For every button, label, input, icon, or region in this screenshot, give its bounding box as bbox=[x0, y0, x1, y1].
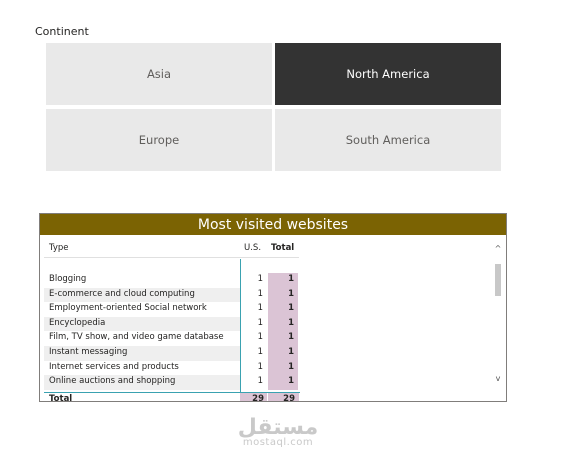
row-us: 1 bbox=[257, 361, 263, 372]
row-us: 1 bbox=[257, 376, 263, 387]
watermark-logo: مستقل mostaql.com bbox=[228, 415, 328, 448]
row-type: Internet services and products bbox=[49, 361, 179, 372]
scroll-up-icon[interactable]: ^ bbox=[494, 244, 502, 254]
row-total: 1 bbox=[268, 331, 298, 346]
slicer-tile-north-america[interactable]: North America bbox=[275, 43, 501, 105]
row-us: 1 bbox=[257, 303, 263, 314]
row-type: Encyclopedia bbox=[49, 317, 106, 328]
table-row[interactable]: Blogging 1 1 bbox=[44, 273, 299, 288]
row-total: 1 bbox=[268, 346, 298, 361]
column-header-us[interactable]: U.S. bbox=[244, 243, 261, 253]
watermark-latin: mostaql.com bbox=[242, 437, 314, 448]
table-rows: Blogging 1 1 E-commerce and cloud comput… bbox=[44, 273, 304, 391]
header-divider bbox=[44, 257, 299, 258]
row-us: 1 bbox=[257, 288, 263, 299]
row-total: 1 bbox=[268, 273, 298, 288]
table-row[interactable]: Encyclopedia 1 1 bbox=[44, 316, 299, 332]
column-header-type[interactable]: Type bbox=[49, 243, 69, 253]
table-visual: Most visited websites Type U.S. Total Bl… bbox=[39, 213, 507, 402]
row-us: 1 bbox=[257, 317, 263, 328]
vertical-scrollbar[interactable]: ^ v bbox=[494, 244, 502, 384]
table-row[interactable]: Internet services and products 1 1 bbox=[44, 360, 299, 376]
total-label: Total bbox=[49, 394, 73, 402]
total-total: 29 bbox=[268, 393, 299, 401]
column-header-total[interactable]: Total bbox=[271, 243, 294, 253]
row-us: 1 bbox=[257, 274, 263, 284]
scroll-down-icon[interactable]: v bbox=[494, 374, 502, 384]
table-row[interactable]: Employment-oriented Social network 1 1 bbox=[44, 302, 299, 317]
row-type: Film, TV show, and video game database bbox=[49, 332, 224, 343]
row-total: 1 bbox=[268, 375, 298, 390]
row-total: 1 bbox=[268, 316, 298, 332]
row-type: E-commerce and cloud computing bbox=[49, 288, 195, 299]
total-row: Total 29 29 bbox=[44, 393, 300, 402]
slicer-title: Continent bbox=[35, 25, 89, 38]
row-type: Online auctions and shopping bbox=[49, 376, 176, 387]
row-total: 1 bbox=[268, 287, 298, 303]
table-row[interactable]: Online auctions and shopping 1 1 bbox=[44, 375, 299, 390]
row-us: 1 bbox=[257, 332, 263, 343]
slicer-tile-south-america[interactable]: South America bbox=[275, 109, 501, 171]
row-type: Employment-oriented Social network bbox=[49, 303, 207, 314]
row-type: Blogging bbox=[49, 274, 87, 284]
row-total: 1 bbox=[268, 360, 298, 376]
scroll-thumb[interactable] bbox=[495, 264, 501, 296]
table-row[interactable]: Film, TV show, and video game database 1… bbox=[44, 331, 299, 346]
row-total: 1 bbox=[268, 302, 298, 317]
total-us: 29 bbox=[240, 393, 267, 401]
table-row[interactable]: Instant messaging 1 1 bbox=[44, 346, 299, 361]
row-us: 1 bbox=[257, 347, 263, 357]
table-row[interactable]: E-commerce and cloud computing 1 1 bbox=[44, 287, 299, 303]
slicer-tile-asia[interactable]: Asia bbox=[46, 43, 272, 105]
row-type: Instant messaging bbox=[49, 347, 128, 357]
slicer-tile-europe[interactable]: Europe bbox=[46, 109, 272, 171]
table-title: Most visited websites bbox=[40, 214, 506, 235]
watermark-arabic: مستقل bbox=[237, 415, 319, 440]
